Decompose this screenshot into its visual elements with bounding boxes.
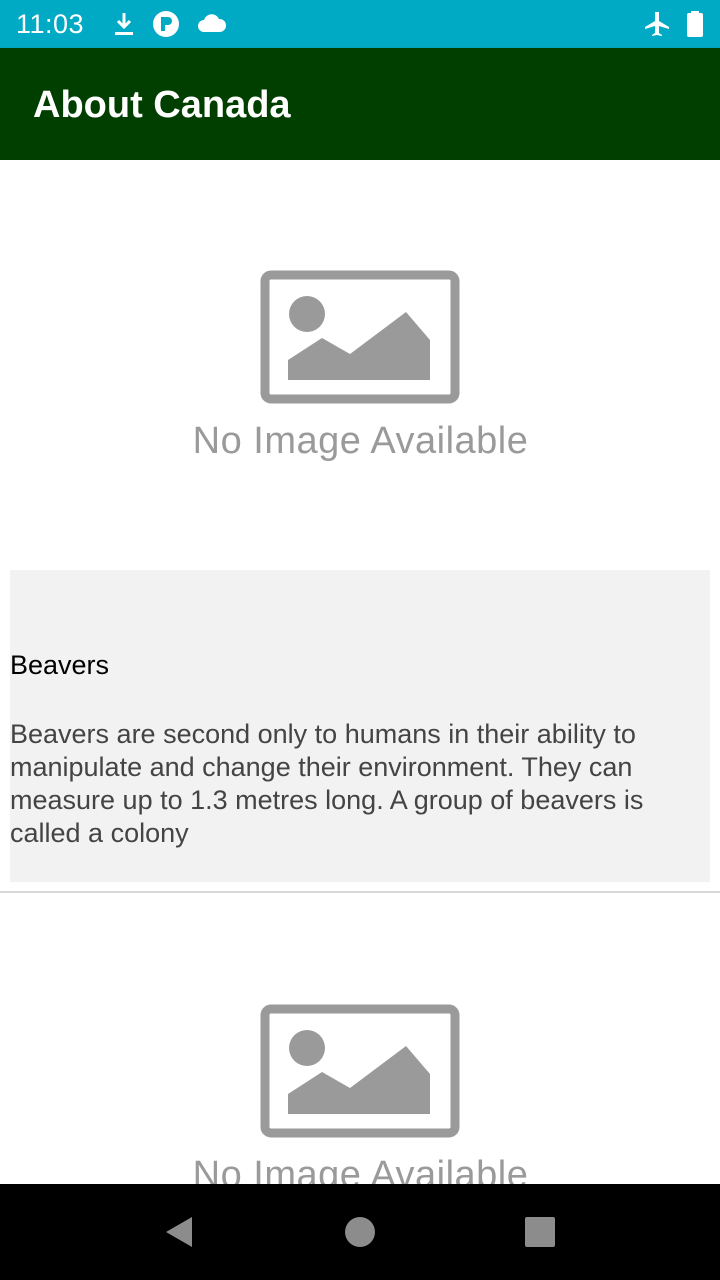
no-image-placeholder: No Image Available — [168, 996, 568, 1184]
no-image-text: No Image Available — [192, 420, 529, 462]
status-bar: 11:03 — [0, 0, 720, 48]
no-image-placeholder: No Image Available — [168, 262, 568, 472]
divider — [0, 891, 720, 893]
content-list[interactable]: No Image Available Beavers Beavers are s… — [0, 160, 720, 1184]
list-item[interactable]: No Image Available — [10, 904, 710, 1184]
app-bar: About Canada — [0, 48, 720, 160]
p-app-icon — [153, 11, 179, 37]
cloud-icon — [198, 14, 227, 32]
item-description: Beavers are second only to humans in the… — [10, 719, 644, 848]
no-image-text: No Image Available — [192, 1154, 529, 1184]
item-image: No Image Available — [10, 170, 710, 570]
image-placeholder-icon — [260, 1004, 460, 1138]
image-placeholder-icon — [260, 270, 460, 404]
battery-icon — [687, 11, 703, 37]
airplane-mode-icon — [645, 12, 669, 36]
item-title: Beavers — [10, 650, 110, 680]
status-time: 11:03 — [16, 9, 85, 39]
item-image: No Image Available — [10, 904, 710, 1184]
navigation-bar — [0, 1184, 720, 1280]
recents-icon[interactable] — [480, 1184, 600, 1280]
back-icon[interactable] — [120, 1184, 240, 1280]
page-title: About Canada — [33, 84, 291, 126]
home-icon[interactable] — [300, 1184, 420, 1280]
download-icon — [115, 13, 133, 35]
list-item[interactable]: No Image Available Beavers Beavers are s… — [10, 170, 710, 882]
